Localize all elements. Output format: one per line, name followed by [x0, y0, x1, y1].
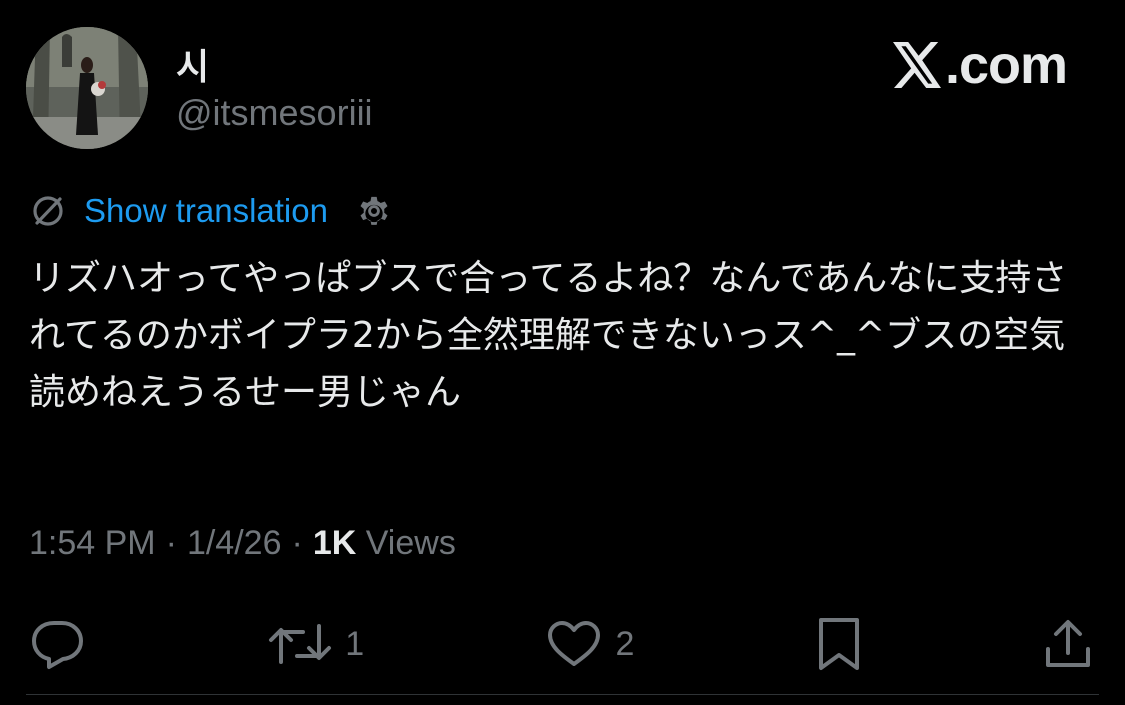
brand-label: .com: [944, 35, 1068, 95]
tweet-date[interactable]: 1/4/26: [187, 524, 282, 563]
tweet-actions: 1 2: [30, 612, 1093, 676]
x-logo-icon: [892, 42, 941, 88]
gear-icon[interactable]: [354, 191, 394, 231]
author-handle[interactable]: @itsmesoriii: [176, 92, 373, 134]
show-translation-link[interactable]: Show translation: [84, 192, 328, 230]
bookmark-icon: [818, 618, 859, 670]
like-count: 2: [615, 624, 635, 663]
meta-separator: ·: [291, 524, 303, 562]
like-button[interactable]: 2: [545, 618, 634, 670]
avatar[interactable]: [26, 27, 148, 149]
bookmark-button[interactable]: [816, 616, 862, 672]
divider: [26, 694, 1099, 695]
views-count: 1K: [312, 524, 357, 562]
reply-button[interactable]: [30, 618, 86, 670]
reply-icon: [32, 621, 83, 669]
tweet-time[interactable]: 1:54 PM: [29, 524, 156, 563]
retweet-icon: [269, 624, 332, 664]
retweet-button[interactable]: 1: [267, 618, 364, 670]
avatar-photo: [26, 27, 148, 149]
meta-separator: ·: [165, 524, 177, 562]
translate-icon: [33, 196, 63, 226]
tweet-text: リズハオってやっぱブスで合ってるよね？なんであんなに支持されてるのかボイプラ2か…: [29, 258, 1068, 413]
translation-row: Show translation: [30, 188, 394, 234]
tweet-meta: 1:54 PM · 1/4/26 · 1K Views: [29, 524, 456, 563]
retweet-count: 1: [345, 624, 365, 663]
share-icon: [1045, 620, 1090, 667]
brand-watermark: .com: [892, 34, 1068, 96]
views-label: Views: [365, 524, 456, 562]
heart-icon: [548, 621, 601, 666]
share-button[interactable]: [1043, 617, 1093, 671]
author-display-name[interactable]: 시: [176, 38, 209, 90]
